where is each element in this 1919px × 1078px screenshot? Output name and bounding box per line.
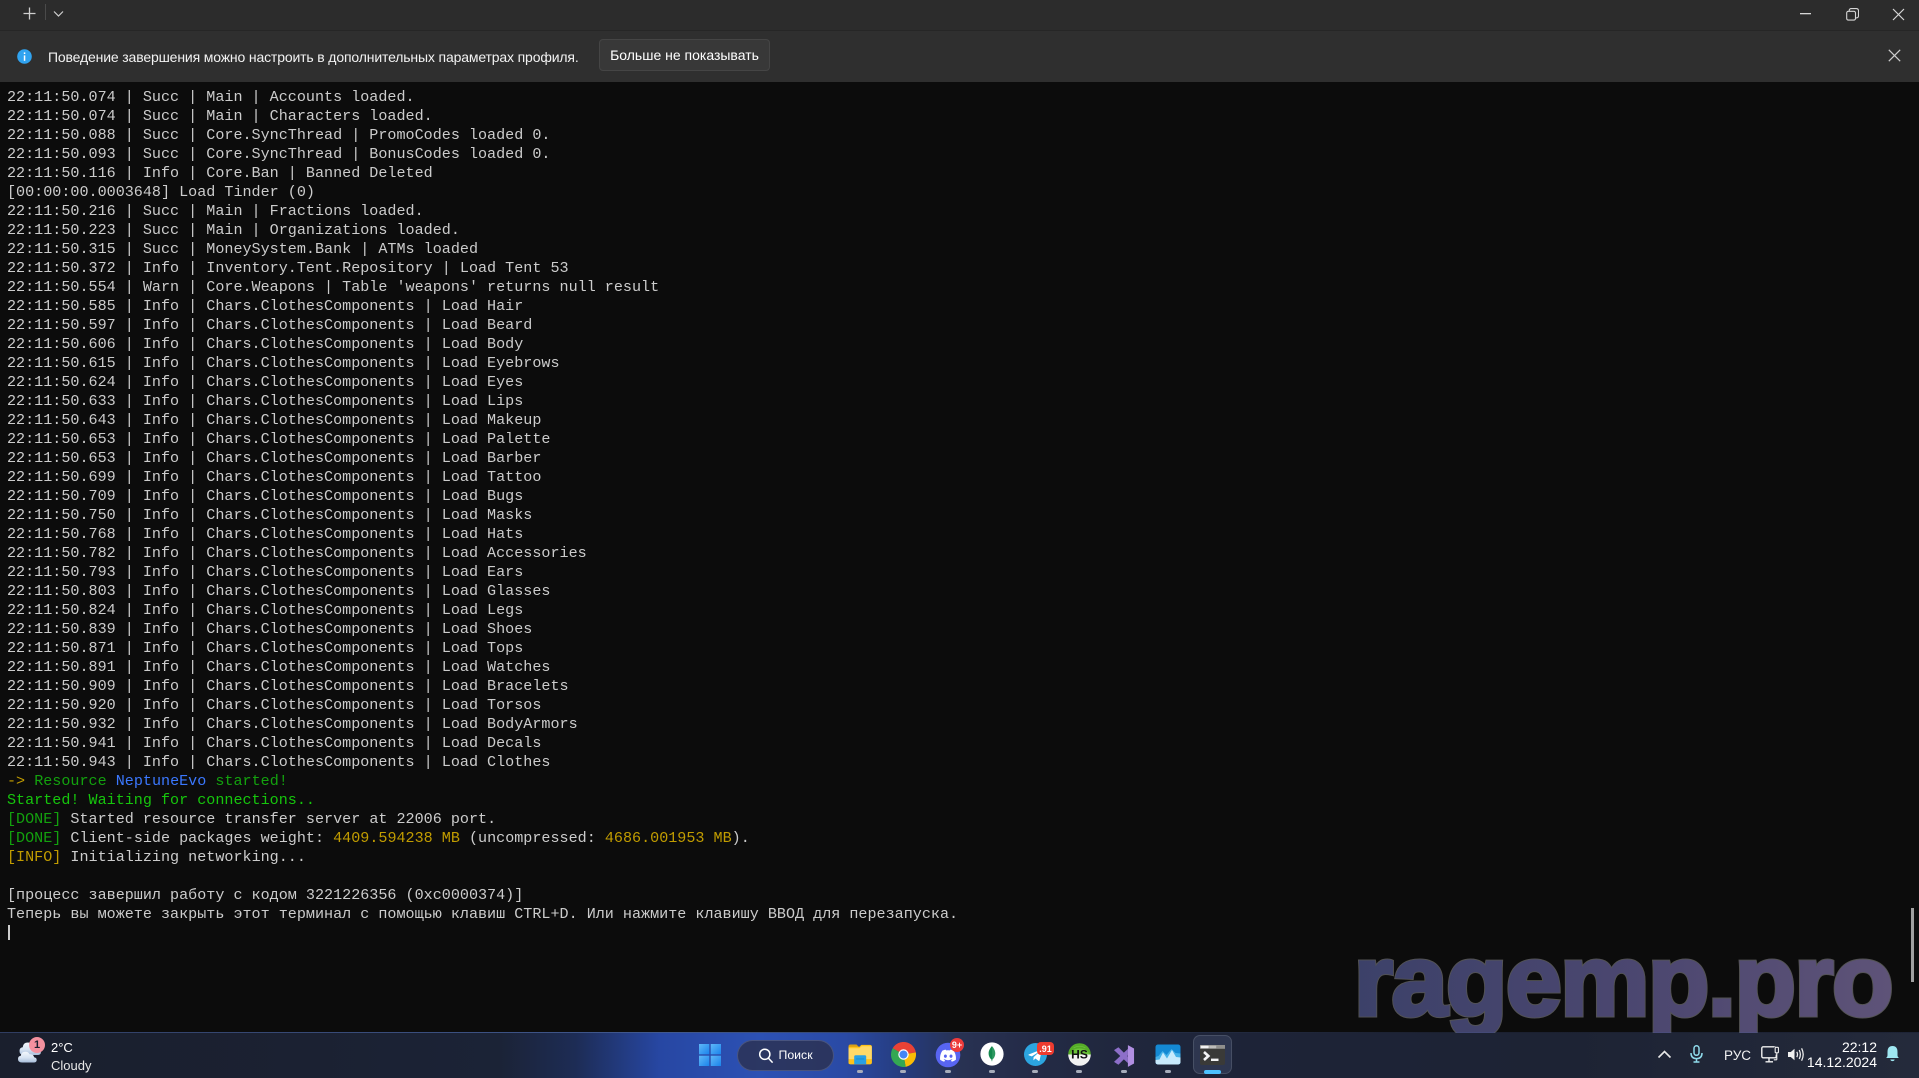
svg-text:ragemp.pro: ragemp.pro — [1354, 931, 1892, 1037]
svg-text:HS: HS — [1071, 1048, 1088, 1062]
